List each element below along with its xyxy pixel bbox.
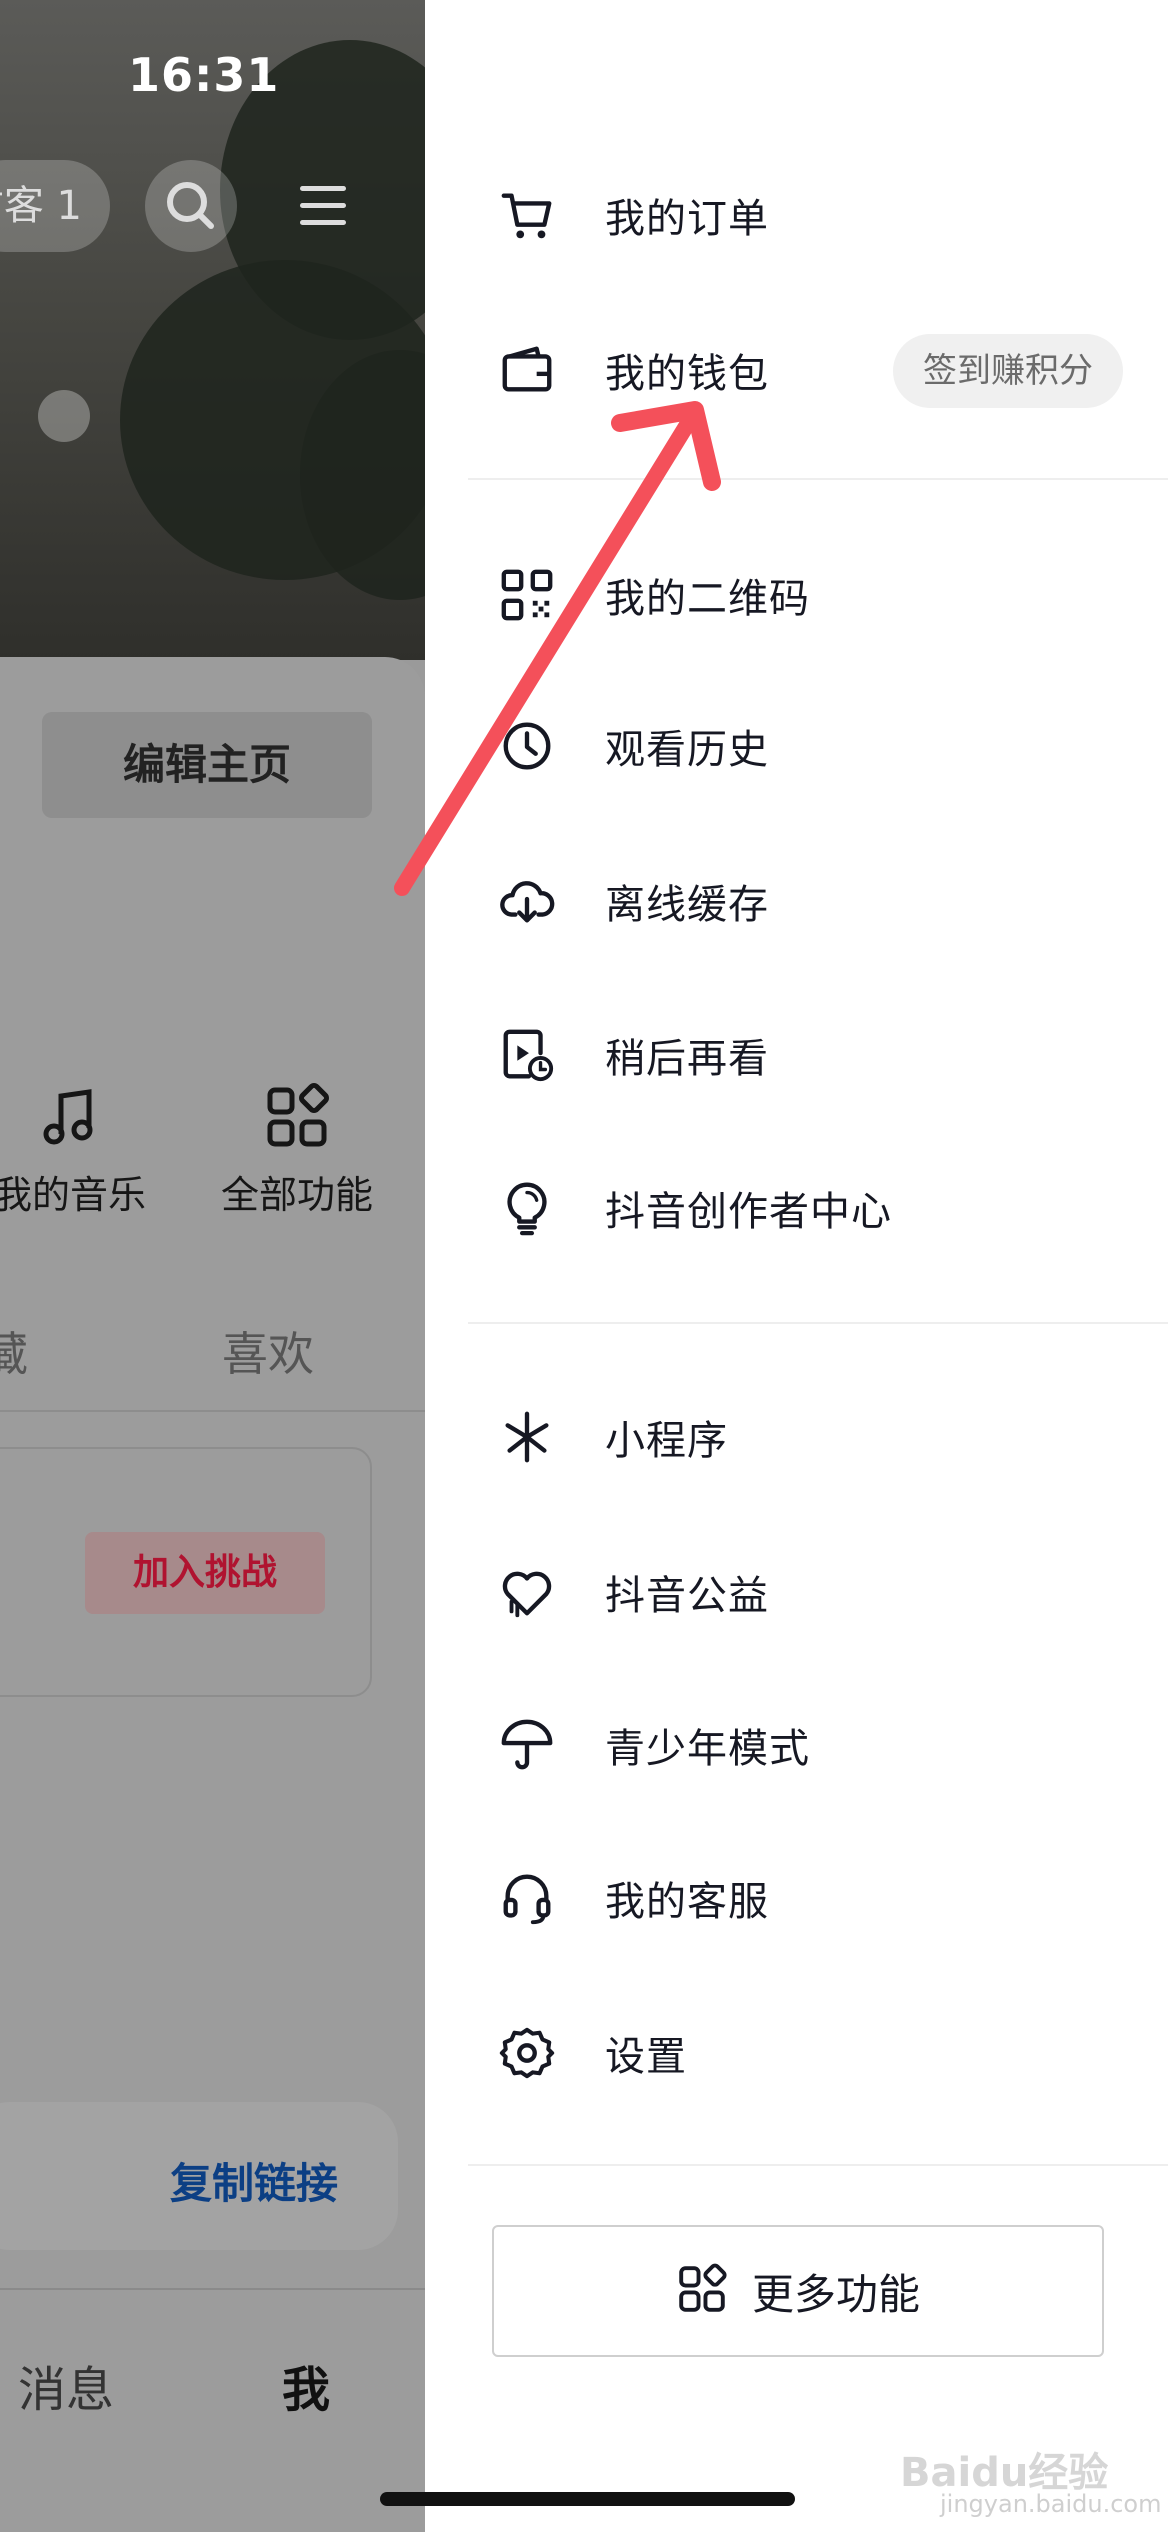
tab-favorites[interactable]: 藏 bbox=[0, 1318, 28, 1384]
more-functions-button[interactable]: 更多功能 bbox=[492, 2225, 1104, 2357]
tab-likes[interactable]: 喜欢 bbox=[222, 1318, 314, 1384]
all-features-icon bbox=[676, 2263, 728, 2319]
all-features-icon bbox=[267, 1083, 329, 1147]
home-indicator bbox=[380, 2492, 795, 2506]
lightbulb-icon bbox=[497, 1178, 557, 1238]
copy-link-button[interactable]: 复制链接 bbox=[170, 2150, 338, 2211]
menu-item-label: 抖音创作者中心 bbox=[605, 1189, 892, 1235]
join-challenge-button[interactable]: 加入挑战 bbox=[85, 1532, 325, 1614]
headset-icon bbox=[497, 1868, 557, 1928]
menu-item-mini-programs[interactable]: 小程序 bbox=[497, 1382, 1157, 1492]
nav-me[interactable]: 我 bbox=[282, 2350, 330, 2420]
menu-item-label: 我的钱包 bbox=[605, 351, 769, 397]
side-drawer-menu: 我的订单 我的钱包 签到赚积分 我的二维码 观看历史 离线缓存 稍后再看 抖音创… bbox=[425, 0, 1170, 2532]
more-functions-label: 更多功能 bbox=[751, 2269, 920, 2319]
menu-item-label: 青少年模式 bbox=[605, 1726, 810, 1772]
menu-item-label: 观看历史 bbox=[605, 727, 769, 773]
menu-item-label: 设置 bbox=[605, 2034, 687, 2080]
menu-item-label: 我的客服 bbox=[605, 1879, 769, 1925]
cart-icon bbox=[497, 185, 557, 245]
mini-program-icon bbox=[497, 1407, 557, 1467]
menu-item-teen-mode[interactable]: 青少年模式 bbox=[497, 1690, 1157, 1800]
menu-item-offline-cache[interactable]: 离线缓存 bbox=[497, 846, 1157, 956]
menu-item-creator-center[interactable]: 抖音创作者中心 bbox=[497, 1153, 1157, 1263]
menu-item-my-qr-code[interactable]: 我的二维码 bbox=[497, 540, 1157, 650]
hamburger-menu-icon[interactable] bbox=[300, 186, 346, 226]
all-features-label: 全部功能 bbox=[220, 1173, 373, 1217]
all-features-button[interactable]: 全部功能 bbox=[202, 1080, 392, 1219]
menu-item-label: 我的订单 bbox=[605, 196, 769, 242]
search-icon bbox=[167, 182, 214, 229]
music-note-icon bbox=[43, 1089, 93, 1145]
menu-divider bbox=[468, 2164, 1168, 2166]
menu-item-charity[interactable]: 抖音公益 bbox=[497, 1537, 1157, 1647]
menu-item-label: 小程序 bbox=[605, 1418, 728, 1464]
menu-divider bbox=[468, 1322, 1168, 1324]
menu-item-customer-service[interactable]: 我的客服 bbox=[497, 1843, 1157, 1953]
clock-icon bbox=[497, 716, 557, 776]
watermark-url: jingyan.baidu.com bbox=[940, 2490, 1162, 2518]
menu-item-label: 稍后再看 bbox=[605, 1036, 769, 1082]
search-button[interactable] bbox=[145, 160, 237, 252]
umbrella-icon bbox=[497, 1715, 557, 1775]
heart-charity-icon bbox=[497, 1562, 557, 1622]
menu-item-label: 抖音公益 bbox=[605, 1573, 769, 1619]
visitor-count-button[interactable]: 访客 1 bbox=[0, 160, 110, 252]
menu-item-watch-later[interactable]: 稍后再看 bbox=[497, 1000, 1157, 1110]
menu-item-my-orders[interactable]: 我的订单 bbox=[497, 160, 1157, 270]
edit-profile-button[interactable]: 编辑主页 bbox=[42, 712, 372, 818]
my-music-label: 我的音乐 bbox=[0, 1173, 146, 1217]
chevron-down-icon[interactable] bbox=[38, 390, 90, 442]
watch-later-icon bbox=[497, 1025, 557, 1085]
nav-divider bbox=[0, 2288, 425, 2290]
menu-item-label: 我的二维码 bbox=[605, 576, 810, 622]
wallet-icon bbox=[497, 340, 557, 400]
menu-divider bbox=[468, 478, 1168, 480]
my-music-button[interactable]: 我的音乐 bbox=[0, 1080, 165, 1219]
tab-divider bbox=[0, 1410, 425, 1412]
qr-code-icon bbox=[497, 565, 557, 625]
background-profile-page: 16:31 访客 1 编辑主页 我的音乐 全部功能 藏 喜欢 加入挑战 复制链接… bbox=[0, 0, 425, 2532]
menu-item-watch-history[interactable]: 观看历史 bbox=[497, 691, 1157, 801]
cloud-download-icon bbox=[497, 871, 557, 931]
menu-item-label: 离线缓存 bbox=[605, 882, 769, 928]
gear-icon bbox=[497, 2023, 557, 2083]
check-in-points-badge[interactable]: 签到赚积分 bbox=[893, 334, 1123, 408]
nav-messages[interactable]: 消息 bbox=[18, 2350, 114, 2420]
status-time: 16:31 bbox=[128, 48, 280, 102]
menu-item-settings[interactable]: 设置 bbox=[497, 1998, 1157, 2108]
